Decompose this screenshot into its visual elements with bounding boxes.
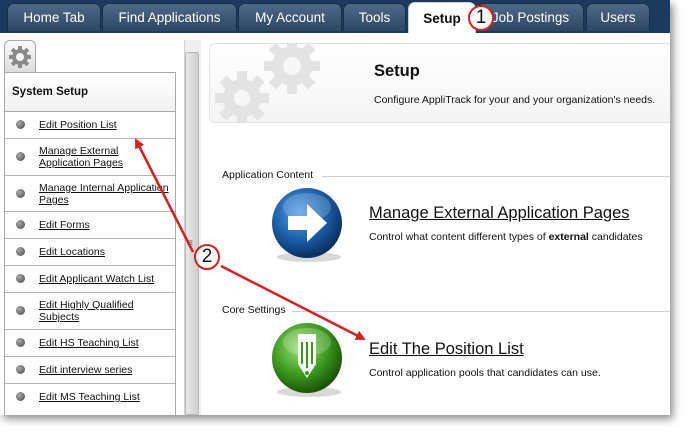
arrow-to-edit-the-position-list [220,264,366,341]
annotation-arrows [134,138,366,341]
callout-step-1: 1 [468,5,494,31]
callout-step-2: 2 [194,244,220,270]
arrow-to-edit-position-list [134,138,195,253]
